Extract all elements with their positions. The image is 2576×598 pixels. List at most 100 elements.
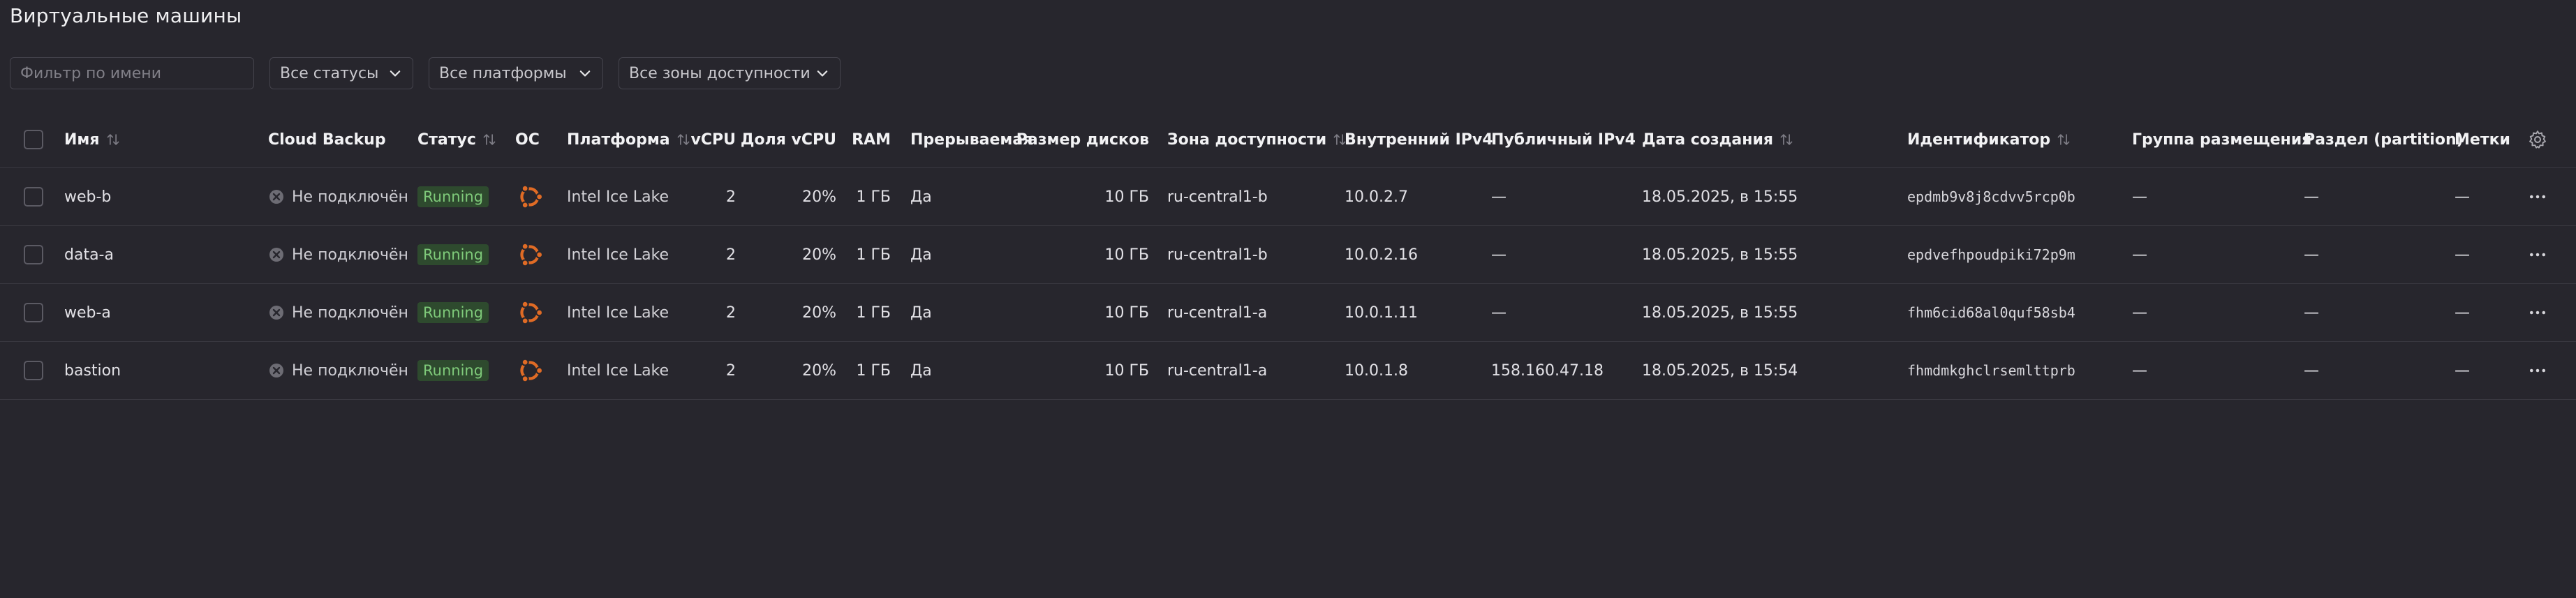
created-date: 18.05.2025, в 15:55 [1642, 188, 1798, 206]
vm-id[interactable]: fhm6cid68al0quf58sb4 [1907, 284, 2075, 341]
preemptible: Да [910, 246, 932, 264]
status-badge: Running [417, 360, 489, 381]
partition: — [2304, 246, 2319, 264]
placement-group: — [2132, 246, 2147, 264]
row-checkbox[interactable] [24, 187, 43, 207]
row-checkbox[interactable] [24, 245, 43, 264]
column-header-status[interactable]: Статус [417, 112, 497, 167]
backup-status: Не подключён [268, 226, 408, 283]
more-actions-icon[interactable] [2527, 186, 2548, 207]
vcpu-share: 20% [802, 188, 836, 206]
backup-status: Не подключён [268, 284, 408, 341]
column-header-ip-internal: Внутренний IPv4 [1345, 130, 1493, 149]
vcpu-share: 20% [802, 361, 836, 380]
more-actions-icon[interactable] [2527, 302, 2548, 323]
more-actions-icon[interactable] [2527, 360, 2548, 381]
table-row[interactable]: web-b Не подключён Running Intel Ice Lak… [0, 168, 2576, 226]
vm-name[interactable]: web-a [64, 284, 111, 341]
more-actions-icon[interactable] [2527, 244, 2548, 265]
zone: ru-central1-a [1167, 304, 1268, 322]
ip-internal: 10.0.1.11 [1345, 304, 1418, 322]
created-date: 18.05.2025, в 15:55 [1642, 246, 1798, 264]
platform: Intel Ice Lake [567, 246, 669, 264]
vm-id[interactable]: epdmb9v8j8cdvv5rcp0b [1907, 168, 2075, 225]
partition: — [2304, 188, 2319, 206]
sort-icon [107, 134, 119, 145]
vm-id[interactable]: epdvefhpoudpiki72p9m [1907, 226, 2075, 283]
ubuntu-icon [520, 184, 544, 209]
backup-status-label: Не подключён [292, 246, 408, 264]
column-header-os: ОС [515, 130, 540, 149]
placement-group: — [2132, 361, 2147, 380]
sort-icon [1780, 134, 1793, 145]
ram: 1 ГБ [856, 246, 891, 264]
column-header-platform[interactable]: Платформа [567, 112, 691, 167]
vm-table: Имя Cloud Backup Статус ОС Платформа vCP… [0, 112, 2576, 400]
column-header-zone[interactable]: Зона доступности [1167, 112, 1347, 167]
ip-public: — [1491, 304, 1507, 322]
ubuntu-icon [520, 300, 544, 325]
column-header-preemptible: Прерываемая [910, 130, 1033, 149]
ip-public: 158.160.47.18 [1491, 361, 1604, 380]
ip-internal: 10.0.2.7 [1345, 188, 1408, 206]
ip-public: — [1491, 246, 1507, 264]
preemptible: Да [910, 188, 932, 206]
table-row[interactable]: bastion Не подключён Running Intel Ice L… [0, 342, 2576, 400]
labels: — [2455, 361, 2470, 380]
sort-icon [2057, 134, 2070, 145]
column-header-name[interactable]: Имя [64, 112, 121, 167]
disk-size: 10 ГБ [1104, 304, 1150, 322]
disk-size: 10 ГБ [1104, 246, 1150, 264]
vm-name[interactable]: web-b [64, 168, 111, 225]
column-header-backup: Cloud Backup [268, 130, 386, 149]
gear-icon[interactable] [2527, 129, 2548, 150]
vcpu: 2 [726, 188, 736, 206]
ip-internal: 10.0.2.16 [1345, 246, 1418, 264]
sort-icon [483, 134, 496, 145]
table-row[interactable]: data-a Не подключён Running Intel Ice La… [0, 226, 2576, 284]
platform: Intel Ice Lake [567, 361, 669, 380]
ubuntu-icon [520, 358, 544, 383]
column-header-ram: RAM [852, 130, 891, 149]
created-date: 18.05.2025, в 15:54 [1642, 361, 1798, 380]
partition: — [2304, 304, 2319, 322]
preemptible: Да [910, 304, 932, 322]
disk-size: 10 ГБ [1104, 361, 1150, 380]
not-connected-icon [269, 364, 283, 378]
vcpu-share: 20% [802, 246, 836, 264]
name-filter-input[interactable] [10, 57, 254, 89]
status-badge: Running [417, 302, 489, 323]
not-connected-icon [269, 248, 283, 262]
table-header: Имя Cloud Backup Статус ОС Платформа vCP… [0, 112, 2576, 168]
column-header-created[interactable]: Дата создания [1642, 112, 1794, 167]
zone: ru-central1-b [1167, 246, 1268, 264]
chevron-down-icon [817, 70, 828, 77]
zone: ru-central1-a [1167, 361, 1268, 380]
backup-status: Не подключён [268, 168, 408, 225]
platform-filter-select[interactable]: Все платформы [429, 57, 603, 89]
vcpu: 2 [726, 304, 736, 322]
column-header-id[interactable]: Идентификатор [1907, 112, 2071, 167]
column-header-labels: Метки [2455, 130, 2510, 149]
not-connected-icon [269, 190, 283, 204]
status-filter-label: Все статусы [280, 64, 379, 82]
ip-public: — [1491, 188, 1507, 206]
ubuntu-icon [520, 242, 544, 267]
vcpu-share: 20% [802, 304, 836, 322]
table-row[interactable]: web-a Не подключён Running Intel Ice Lak… [0, 284, 2576, 342]
column-header-placement-group: Группа размещения [2132, 130, 2312, 149]
vm-name[interactable]: bastion [64, 342, 121, 399]
row-checkbox[interactable] [24, 303, 43, 322]
zones-filter-label: Все зоны доступности [629, 64, 810, 82]
status-filter-select[interactable]: Все статусы [269, 57, 413, 89]
select-all-checkbox[interactable] [24, 130, 43, 149]
zones-filter-select[interactable]: Все зоны доступности [619, 57, 841, 89]
vm-name[interactable]: data-a [64, 226, 114, 283]
disk-size: 10 ГБ [1104, 188, 1150, 206]
sort-icon [677, 134, 690, 145]
vm-id[interactable]: fhmdmkghclrsemlttprb [1907, 342, 2075, 399]
placement-group: — [2132, 304, 2147, 322]
ram: 1 ГБ [856, 304, 891, 322]
row-checkbox[interactable] [24, 361, 43, 380]
column-header-disk-size: Размер дисков [1016, 130, 1149, 149]
